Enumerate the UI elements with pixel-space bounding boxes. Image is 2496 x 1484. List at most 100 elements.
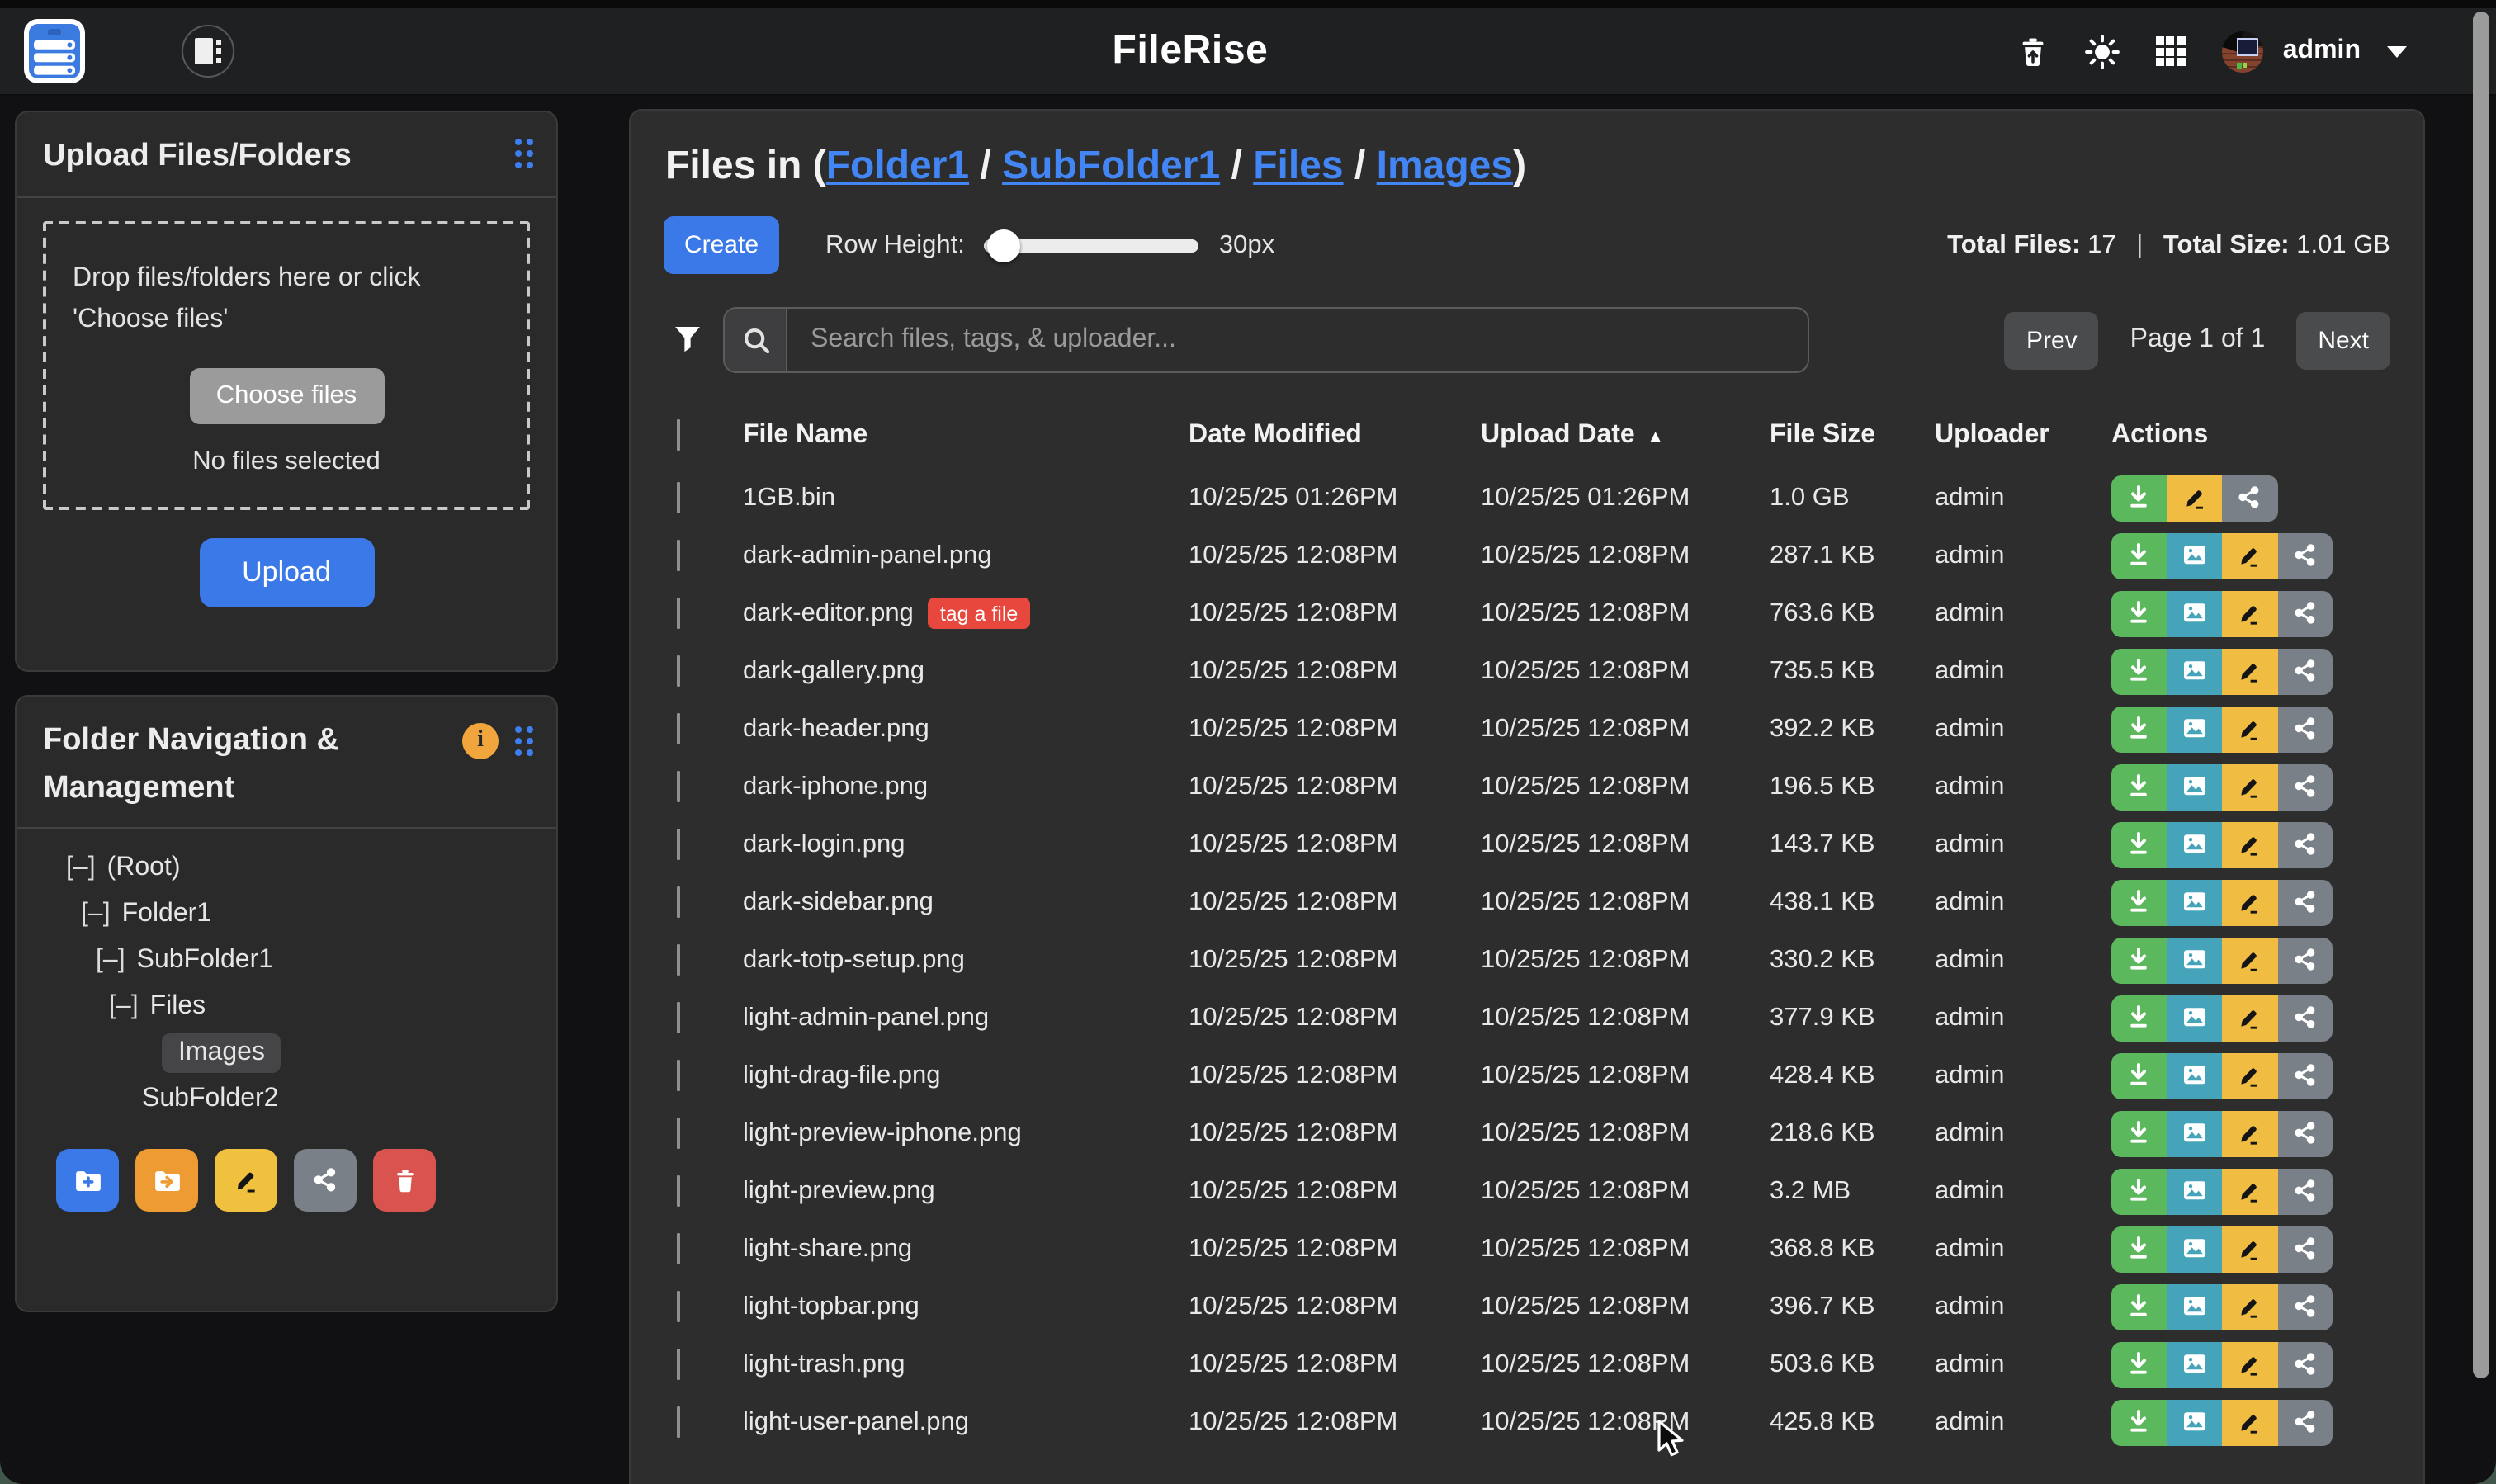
create-folder-button[interactable] (56, 1149, 119, 1212)
share-button[interactable] (2277, 590, 2333, 636)
row-checkbox[interactable] (677, 1117, 680, 1148)
share-button[interactable] (2222, 475, 2277, 521)
file-dropzone[interactable]: Drop files/folders here or click 'Choose… (43, 220, 530, 509)
breadcrumb-link[interactable]: Files (1253, 144, 1343, 188)
file-name[interactable]: dark-header.png (743, 714, 929, 744)
filter-icon[interactable] (674, 327, 702, 353)
file-name[interactable]: dark-iphone.png (743, 772, 928, 801)
row-checkbox[interactable] (677, 1232, 680, 1264)
file-name[interactable]: light-preview-iphone.png (743, 1118, 1022, 1148)
tree-label[interactable]: (Root) (107, 853, 181, 883)
download-button[interactable] (2111, 590, 2167, 636)
edit-button[interactable] (2222, 1052, 2277, 1099)
file-name[interactable]: dark-login.png (743, 829, 905, 859)
file-name[interactable]: light-admin-panel.png (743, 1003, 989, 1033)
share-button[interactable] (2277, 821, 2333, 867)
move-folder-button[interactable] (135, 1149, 198, 1212)
tree-toggle[interactable]: [–] (81, 900, 111, 929)
sidebar-toggle-icon[interactable] (182, 25, 234, 78)
row-checkbox[interactable] (677, 1290, 680, 1321)
file-name[interactable]: 1GB.bin (743, 483, 835, 513)
row-checkbox[interactable] (677, 712, 680, 744)
share-button[interactable] (2277, 532, 2333, 579)
download-button[interactable] (2111, 937, 2167, 983)
tree-toggle[interactable]: [–] (96, 946, 125, 976)
download-button[interactable] (2111, 879, 2167, 925)
preview-button[interactable] (2167, 821, 2222, 867)
preview-button[interactable] (2167, 648, 2222, 694)
file-name[interactable]: light-preview.png (743, 1176, 935, 1206)
info-icon[interactable]: i (462, 723, 499, 759)
drag-handle-icon[interactable] (515, 139, 533, 168)
preview-button[interactable] (2167, 1283, 2222, 1330)
next-page-button[interactable]: Next (2296, 311, 2390, 369)
edit-button[interactable] (2222, 1399, 2277, 1445)
file-name[interactable]: light-topbar.png (743, 1292, 919, 1321)
column-uploader[interactable]: Uploader (1935, 421, 2111, 451)
drag-handle-icon[interactable] (515, 726, 533, 756)
share-button[interactable] (2277, 879, 2333, 925)
folder-tree-item[interactable]: [–] (Root) (17, 845, 546, 891)
file-name[interactable]: dark-editor.png (743, 598, 914, 628)
download-button[interactable] (2111, 1226, 2167, 1272)
edit-button[interactable] (2222, 1226, 2277, 1272)
share-button[interactable] (2277, 706, 2333, 752)
row-checkbox[interactable] (677, 770, 680, 801)
download-button[interactable] (2111, 1399, 2167, 1445)
edit-button[interactable] (2222, 706, 2277, 752)
share-button[interactable] (2277, 937, 2333, 983)
download-button[interactable] (2111, 1110, 2167, 1156)
edit-button[interactable] (2167, 475, 2222, 521)
row-checkbox[interactable] (677, 828, 680, 859)
column-file-size[interactable]: File Size (1770, 421, 1935, 451)
preview-button[interactable] (2167, 937, 2222, 983)
row-checkbox[interactable] (677, 943, 680, 975)
edit-button[interactable] (2222, 648, 2277, 694)
edit-button[interactable] (2222, 879, 2277, 925)
apps-grid-button[interactable] (2155, 36, 2185, 66)
prev-page-button[interactable]: Prev (2005, 311, 2099, 369)
column-date-modified[interactable]: Date Modified (1189, 421, 1481, 451)
edit-button[interactable] (2222, 763, 2277, 810)
edit-button[interactable] (2222, 821, 2277, 867)
delete-folder-button[interactable] (373, 1149, 436, 1212)
share-button[interactable] (2277, 1110, 2333, 1156)
file-name[interactable]: light-trash.png (743, 1349, 905, 1379)
create-button[interactable]: Create (664, 216, 779, 274)
row-checkbox[interactable] (677, 655, 680, 686)
preview-button[interactable] (2167, 1399, 2222, 1445)
download-button[interactable] (2111, 1168, 2167, 1214)
file-name[interactable]: dark-admin-panel.png (743, 541, 992, 570)
choose-files-button[interactable]: Choose files (189, 367, 384, 423)
download-button[interactable] (2111, 1052, 2167, 1099)
tree-label[interactable]: SubFolder2 (142, 1085, 278, 1114)
preview-button[interactable] (2167, 1052, 2222, 1099)
select-all-checkbox[interactable] (677, 419, 680, 451)
download-button[interactable] (2111, 1341, 2167, 1387)
folder-tree-item[interactable]: [–] Files (17, 984, 546, 1030)
rename-folder-button[interactable] (215, 1149, 277, 1212)
user-menu-caret-icon[interactable] (2387, 45, 2407, 57)
tree-label[interactable]: Files (150, 992, 206, 1022)
share-button[interactable] (2277, 763, 2333, 810)
share-button[interactable] (2277, 1168, 2333, 1214)
row-checkbox[interactable] (677, 1001, 680, 1033)
edit-button[interactable] (2222, 1168, 2277, 1214)
folder-tree-item[interactable]: [–] SubFolder1 (17, 938, 546, 984)
row-checkbox[interactable] (677, 1059, 680, 1090)
edit-button[interactable] (2222, 995, 2277, 1041)
preview-button[interactable] (2167, 1226, 2222, 1272)
preview-button[interactable] (2167, 1168, 2222, 1214)
share-button[interactable] (2277, 648, 2333, 694)
folder-tree-item[interactable]: Images (17, 1030, 546, 1076)
tree-label[interactable]: Folder1 (122, 900, 212, 929)
preview-button[interactable] (2167, 879, 2222, 925)
folder-tree-item[interactable]: [–] Folder1 (17, 891, 546, 938)
tree-toggle[interactable]: [–] (66, 853, 96, 883)
row-checkbox[interactable] (677, 1174, 680, 1206)
row-checkbox[interactable] (677, 539, 680, 570)
share-button[interactable] (2277, 1052, 2333, 1099)
share-button[interactable] (2277, 995, 2333, 1041)
edit-button[interactable] (2222, 590, 2277, 636)
edit-button[interactable] (2222, 1283, 2277, 1330)
